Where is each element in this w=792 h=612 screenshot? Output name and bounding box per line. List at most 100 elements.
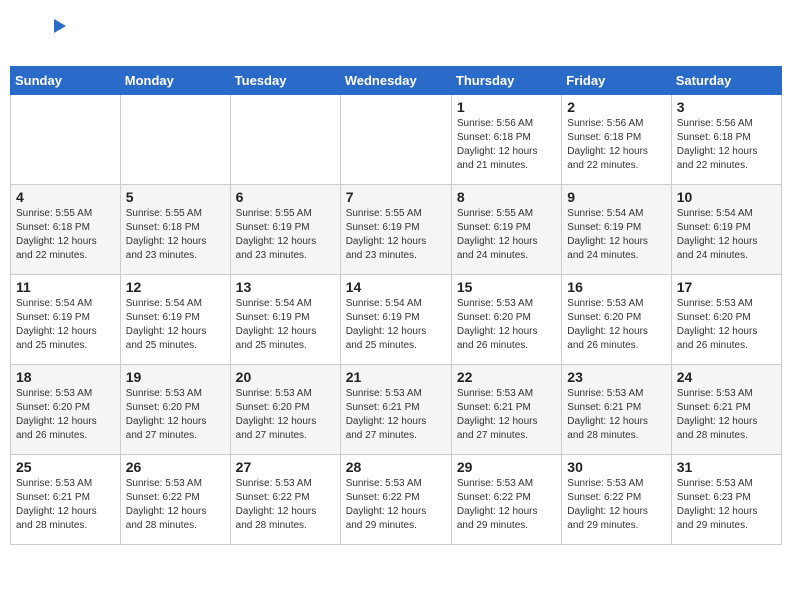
day-cell: 7 Sunrise: 5:55 AM Sunset: 6:19 PM Daylig…	[340, 185, 451, 275]
day-info: Sunrise: 5:53 AM Sunset: 6:22 PM Dayligh…	[567, 477, 665, 533]
day-info: Sunrise: 5:53 AM Sunset: 6:22 PM Dayligh…	[346, 477, 446, 533]
day-info: Sunrise: 5:53 AM Sunset: 6:21 PM Dayligh…	[346, 387, 446, 443]
day-info: Sunrise: 5:55 AM Sunset: 6:19 PM Dayligh…	[236, 207, 335, 263]
day-info: Sunrise: 5:56 AM Sunset: 6:18 PM Dayligh…	[567, 117, 665, 173]
day-info: Sunrise: 5:53 AM Sunset: 6:21 PM Dayligh…	[457, 387, 556, 443]
day-number: 28	[346, 459, 446, 475]
day-number: 30	[567, 459, 665, 475]
week-row-2: 4 Sunrise: 5:55 AM Sunset: 6:18 PM Daylig…	[11, 185, 782, 275]
day-info: Sunrise: 5:53 AM Sunset: 6:21 PM Dayligh…	[677, 387, 776, 443]
week-row-1: 1 Sunrise: 5:56 AM Sunset: 6:18 PM Daylig…	[11, 95, 782, 185]
day-number: 21	[346, 369, 446, 385]
day-number: 24	[677, 369, 776, 385]
day-cell: 16 Sunrise: 5:53 AM Sunset: 6:20 PM Dayli…	[562, 275, 671, 365]
day-number: 10	[677, 189, 776, 205]
day-number: 9	[567, 189, 665, 205]
weekday-header-saturday: Saturday	[671, 67, 781, 95]
day-info: Sunrise: 5:54 AM Sunset: 6:19 PM Dayligh…	[677, 207, 776, 263]
day-info: Sunrise: 5:53 AM Sunset: 6:22 PM Dayligh…	[457, 477, 556, 533]
day-cell: 3 Sunrise: 5:56 AM Sunset: 6:18 PM Daylig…	[671, 95, 781, 185]
day-number: 27	[236, 459, 335, 475]
weekday-header-tuesday: Tuesday	[230, 67, 340, 95]
day-cell	[340, 95, 451, 185]
day-cell: 6 Sunrise: 5:55 AM Sunset: 6:19 PM Daylig…	[230, 185, 340, 275]
day-info: Sunrise: 5:54 AM Sunset: 6:19 PM Dayligh…	[16, 297, 115, 353]
day-info: Sunrise: 5:53 AM Sunset: 6:20 PM Dayligh…	[236, 387, 335, 443]
day-cell: 28 Sunrise: 5:53 AM Sunset: 6:22 PM Dayli…	[340, 455, 451, 545]
day-info: Sunrise: 5:55 AM Sunset: 6:19 PM Dayligh…	[346, 207, 446, 263]
day-number: 16	[567, 279, 665, 295]
day-info: Sunrise: 5:54 AM Sunset: 6:19 PM Dayligh…	[236, 297, 335, 353]
day-cell: 26 Sunrise: 5:53 AM Sunset: 6:22 PM Dayli…	[120, 455, 230, 545]
day-cell: 12Sunrise: 5:54 AM Sunset: 6:19 PM Dayli…	[120, 275, 230, 365]
day-info: Sunrise: 5:53 AM Sunset: 6:22 PM Dayligh…	[236, 477, 335, 533]
day-info: Sunrise: 5:56 AM Sunset: 6:18 PM Dayligh…	[457, 117, 556, 173]
day-number: 1	[457, 99, 556, 115]
logo	[18, 14, 68, 54]
day-cell: 17Sunrise: 5:53 AM Sunset: 6:20 PM Dayli…	[671, 275, 781, 365]
day-cell: 5 Sunrise: 5:55 AM Sunset: 6:18 PM Daylig…	[120, 185, 230, 275]
day-cell: 8 Sunrise: 5:55 AM Sunset: 6:19 PM Daylig…	[451, 185, 561, 275]
weekday-header-friday: Friday	[562, 67, 671, 95]
day-info: Sunrise: 5:56 AM Sunset: 6:18 PM Dayligh…	[677, 117, 776, 173]
day-cell: 11 Sunrise: 5:54 AM Sunset: 6:19 PM Dayli…	[11, 275, 121, 365]
weekday-header-sunday: Sunday	[11, 67, 121, 95]
day-number: 31	[677, 459, 776, 475]
day-number: 15	[457, 279, 556, 295]
week-row-5: 25Sunrise: 5:53 AM Sunset: 6:21 PM Dayli…	[11, 455, 782, 545]
day-number: 19	[126, 369, 225, 385]
day-cell: 1 Sunrise: 5:56 AM Sunset: 6:18 PM Daylig…	[451, 95, 561, 185]
day-number: 13	[236, 279, 335, 295]
day-cell	[120, 95, 230, 185]
weekday-header-wednesday: Wednesday	[340, 67, 451, 95]
day-cell	[11, 95, 121, 185]
day-number: 11	[16, 279, 115, 295]
week-row-4: 18 Sunrise: 5:53 AM Sunset: 6:20 PM Dayli…	[11, 365, 782, 455]
day-info: Sunrise: 5:53 AM Sunset: 6:20 PM Dayligh…	[567, 297, 665, 353]
day-info: Sunrise: 5:53 AM Sunset: 6:23 PM Dayligh…	[677, 477, 776, 533]
day-cell: 15 Sunrise: 5:53 AM Sunset: 6:20 PM Dayli…	[451, 275, 561, 365]
day-number: 26	[126, 459, 225, 475]
day-info: Sunrise: 5:55 AM Sunset: 6:18 PM Dayligh…	[126, 207, 225, 263]
day-info: Sunrise: 5:54 AM Sunset: 6:19 PM Dayligh…	[346, 297, 446, 353]
day-cell: 24 Sunrise: 5:53 AM Sunset: 6:21 PM Dayli…	[671, 365, 781, 455]
day-cell: 22 Sunrise: 5:53 AM Sunset: 6:21 PM Dayli…	[451, 365, 561, 455]
day-cell: 27 Sunrise: 5:53 AM Sunset: 6:22 PM Dayli…	[230, 455, 340, 545]
day-number: 29	[457, 459, 556, 475]
day-number: 22	[457, 369, 556, 385]
day-number: 20	[236, 369, 335, 385]
day-cell: 10 Sunrise: 5:54 AM Sunset: 6:19 PM Dayli…	[671, 185, 781, 275]
day-info: Sunrise: 5:55 AM Sunset: 6:19 PM Dayligh…	[457, 207, 556, 263]
day-cell: 20 Sunrise: 5:53 AM Sunset: 6:20 PM Dayli…	[230, 365, 340, 455]
day-info: Sunrise: 5:53 AM Sunset: 6:20 PM Dayligh…	[126, 387, 225, 443]
day-info: Sunrise: 5:54 AM Sunset: 6:19 PM Dayligh…	[126, 297, 225, 353]
day-info: Sunrise: 5:55 AM Sunset: 6:18 PM Dayligh…	[16, 207, 115, 263]
day-number: 5	[126, 189, 225, 205]
day-number: 8	[457, 189, 556, 205]
day-number: 3	[677, 99, 776, 115]
day-number: 18	[16, 369, 115, 385]
day-cell: 23Sunrise: 5:53 AM Sunset: 6:21 PM Dayli…	[562, 365, 671, 455]
day-cell	[230, 95, 340, 185]
day-number: 2	[567, 99, 665, 115]
day-info: Sunrise: 5:54 AM Sunset: 6:19 PM Dayligh…	[567, 207, 665, 263]
page-header	[10, 10, 782, 58]
day-cell: 14 Sunrise: 5:54 AM Sunset: 6:19 PM Dayli…	[340, 275, 451, 365]
day-number: 7	[346, 189, 446, 205]
day-number: 17	[677, 279, 776, 295]
day-cell: 31 Sunrise: 5:53 AM Sunset: 6:23 PM Dayli…	[671, 455, 781, 545]
day-info: Sunrise: 5:53 AM Sunset: 6:20 PM Dayligh…	[457, 297, 556, 353]
day-number: 4	[16, 189, 115, 205]
day-number: 6	[236, 189, 335, 205]
day-number: 25	[16, 459, 115, 475]
day-cell: 18Sunrise: 5:53 AM Sunset: 6:20 PM Dayli…	[11, 365, 121, 455]
day-number: 14	[346, 279, 446, 295]
weekday-header-monday: Monday	[120, 67, 230, 95]
day-cell: 13 Sunrise: 5:54 AM Sunset: 6:19 PM Dayli…	[230, 275, 340, 365]
day-info: Sunrise: 5:53 AM Sunset: 6:22 PM Dayligh…	[126, 477, 225, 533]
day-cell: 2 Sunrise: 5:56 AM Sunset: 6:18 PM Daylig…	[562, 95, 671, 185]
day-cell: 19 Sunrise: 5:53 AM Sunset: 6:20 PM Dayli…	[120, 365, 230, 455]
day-cell: 21 Sunrise: 5:53 AM Sunset: 6:21 PM Dayli…	[340, 365, 451, 455]
day-cell: 30 Sunrise: 5:53 AM Sunset: 6:22 PM Dayli…	[562, 455, 671, 545]
calendar-table: SundayMondayTuesdayWednesdayThursdayFrid…	[10, 66, 782, 545]
